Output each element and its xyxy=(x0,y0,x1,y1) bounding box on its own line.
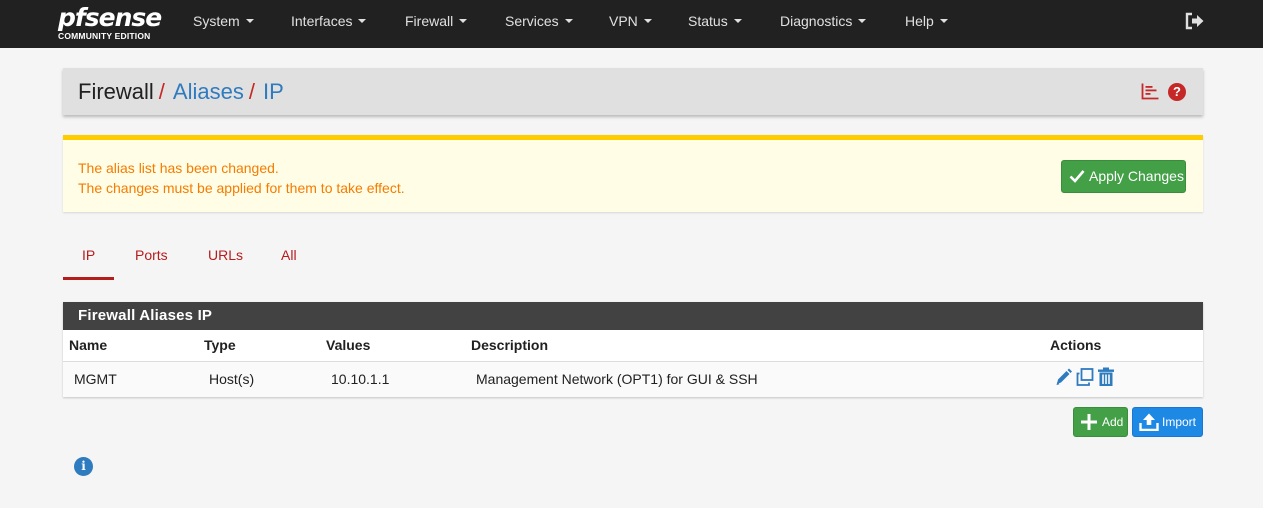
nav-diagnostics[interactable]: Diagnostics xyxy=(780,0,867,48)
tab-all[interactable]: All xyxy=(281,247,297,263)
add-button[interactable]: Add xyxy=(1073,407,1128,437)
logo-subtitle: COMMUNITY EDITION xyxy=(58,31,151,41)
breadcrumb-icons: ? xyxy=(1129,82,1189,102)
column-header-type[interactable]: Type xyxy=(204,337,236,353)
caret-down-icon xyxy=(858,19,867,24)
column-header-name[interactable]: Name xyxy=(69,337,107,353)
caret-down-icon xyxy=(939,19,948,24)
breadcrumb-ip[interactable]: IP xyxy=(263,79,284,104)
panel-title: Firewall Aliases IP xyxy=(63,302,1203,330)
upload-icon xyxy=(1139,413,1159,431)
caret-down-icon xyxy=(245,19,254,24)
tab-urls[interactable]: URLs xyxy=(208,247,243,263)
breadcrumb-separator: / xyxy=(158,79,165,104)
breadcrumb: Firewall / Aliases / IP xyxy=(78,79,284,105)
nav-services[interactable]: Services xyxy=(505,0,573,48)
nav-vpn[interactable]: VPN xyxy=(609,0,652,48)
caret-down-icon xyxy=(459,19,468,24)
add-label: Add xyxy=(1102,415,1124,429)
sign-out-icon[interactable] xyxy=(1185,12,1205,30)
chart-icon[interactable] xyxy=(1141,83,1159,100)
alert-line-1: The alias list has been changed. xyxy=(78,160,279,176)
changes-alert: The alias list has been changed. The cha… xyxy=(63,135,1203,212)
cell-type: Host(s) xyxy=(209,371,255,387)
aliases-table-panel: Firewall Aliases IP Name Type Values Des… xyxy=(63,302,1203,397)
top-navbar: pfsense COMMUNITY EDITION System Interfa… xyxy=(0,0,1263,48)
help-icon[interactable]: ? xyxy=(1168,83,1186,101)
column-header-values[interactable]: Values xyxy=(326,337,370,353)
column-header-description[interactable]: Description xyxy=(471,337,548,353)
breadcrumb-panel: Firewall / Aliases / IP ? xyxy=(63,68,1203,115)
alert-line-2: The changes must be applied for them to … xyxy=(78,180,405,196)
info-icon[interactable]: i xyxy=(74,457,93,476)
nav-help[interactable]: Help xyxy=(905,0,948,48)
caret-down-icon xyxy=(564,19,573,24)
nav-status[interactable]: Status xyxy=(688,0,742,48)
nav-firewall[interactable]: Firewall xyxy=(405,0,468,48)
caret-down-icon xyxy=(643,19,652,24)
delete-icon[interactable] xyxy=(1097,367,1115,387)
apply-changes-label: Apply Changes xyxy=(1089,168,1184,184)
caret-down-icon xyxy=(733,19,742,24)
tab-ip[interactable]: IP xyxy=(82,247,95,263)
import-label: Import xyxy=(1162,415,1197,429)
breadcrumb-separator: / xyxy=(248,79,255,104)
nav-interfaces[interactable]: Interfaces xyxy=(291,0,367,48)
pfsense-logo[interactable]: pfsense COMMUNITY EDITION xyxy=(58,3,168,45)
alert-message: The alias list has been changed. The cha… xyxy=(78,158,405,198)
apply-changes-button[interactable]: Apply Changes xyxy=(1061,160,1186,193)
active-tab-indicator xyxy=(63,277,114,280)
breadcrumb-aliases[interactable]: Aliases xyxy=(173,79,244,104)
cell-name: MGMT xyxy=(74,371,117,387)
logo-wordmark: pfsense xyxy=(58,3,162,32)
plus-icon xyxy=(1081,414,1097,430)
cell-description: Management Network (OPT1) for GUI & SSH xyxy=(476,371,758,387)
caret-down-icon xyxy=(358,19,367,24)
table-row[interactable]: MGMT Host(s) 10.10.1.1 Management Networ… xyxy=(63,362,1203,397)
nav-system[interactable]: System xyxy=(193,0,254,48)
check-icon xyxy=(1069,170,1085,183)
breadcrumb-firewall: Firewall xyxy=(78,79,154,104)
import-button[interactable]: Import xyxy=(1132,407,1203,437)
cell-values: 10.10.1.1 xyxy=(331,371,390,387)
column-header-actions: Actions xyxy=(1050,337,1102,353)
copy-icon[interactable] xyxy=(1076,367,1094,387)
edit-icon[interactable] xyxy=(1054,367,1072,387)
tab-ports[interactable]: Ports xyxy=(135,247,168,263)
